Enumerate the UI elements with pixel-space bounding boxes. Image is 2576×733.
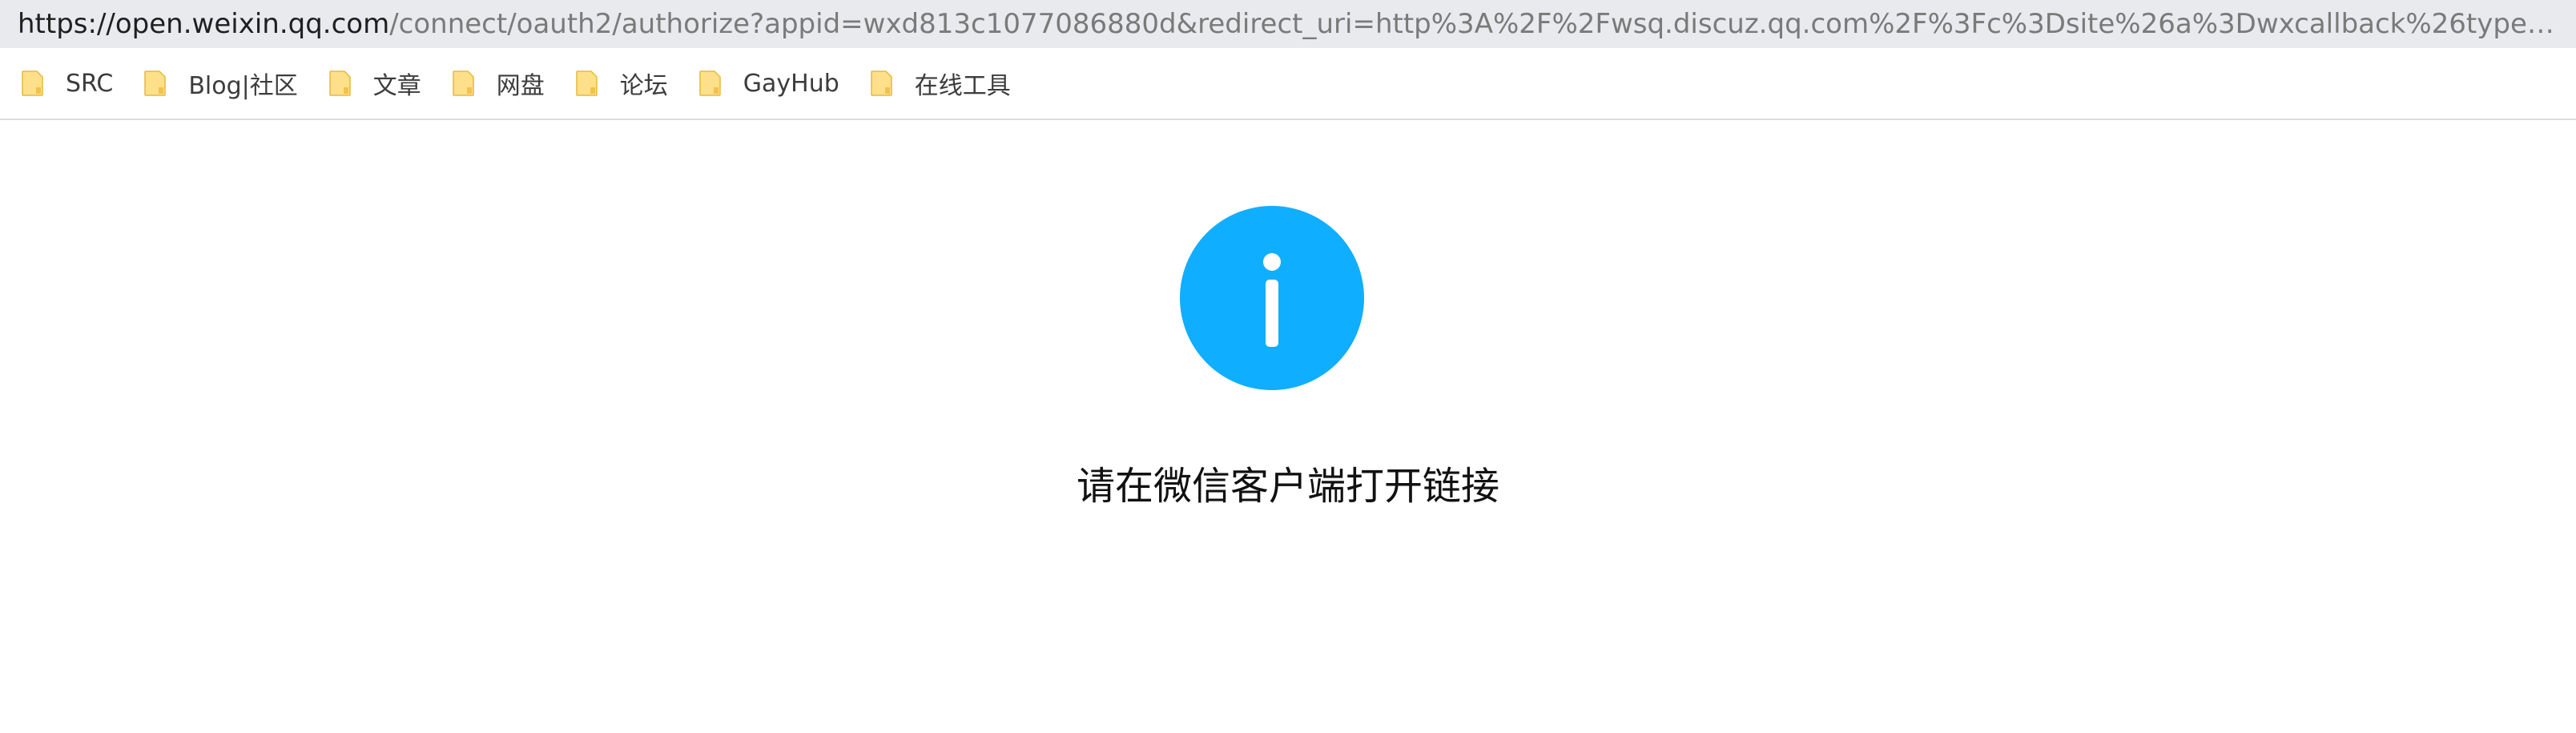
bookmark-label: 文章 [372, 72, 421, 100]
bookmark-label: 论坛 [619, 72, 668, 100]
bookmark-cloud-disk[interactable]: 网盘 [452, 59, 545, 107]
folder-icon [871, 70, 892, 96]
bookmark-online-tools[interactable]: 在线工具 [870, 59, 1011, 107]
url-text[interactable]: https://open.weixin.qq.com/connect/oauth… [18, 8, 2557, 40]
folder-icon [22, 70, 43, 96]
folder-icon [699, 70, 721, 96]
folder-icon [144, 70, 167, 96]
page-content: 请在微信客户端打开链接 [0, 122, 2576, 733]
url-host: https://open.weixin.qq.com [18, 8, 390, 40]
bookmark-gayhub[interactable]: GayHub [698, 59, 839, 107]
bookmark-articles[interactable]: 文章 [328, 59, 421, 107]
address-bar[interactable]: https://open.weixin.qq.com/connect/oauth… [0, 0, 2576, 48]
folder-icon [576, 70, 598, 96]
open-in-wechat-message: 请在微信客户端打开链接 [1076, 464, 1499, 509]
bookmark-forum[interactable]: 论坛 [575, 59, 668, 107]
bookmark-blog[interactable]: Blog|社区 [143, 59, 298, 107]
bookmark-label: 在线工具 [914, 72, 1011, 100]
bookmark-label: SRC [66, 69, 114, 98]
folder-icon [329, 70, 351, 96]
bookmark-label: Blog|社区 [188, 72, 298, 100]
bookmark-label: GayHub [743, 69, 839, 98]
bookmark-src[interactable]: SRC [21, 59, 113, 107]
info-icon [1180, 206, 1364, 390]
url-path: /connect/oauth2/authorize?appid=wxd813c1… [389, 8, 2557, 40]
bookmark-label: 网盘 [496, 72, 545, 100]
folder-icon [453, 70, 474, 96]
bookmarks-bar: SRC Blog|社区 文章 网盘 论坛 GayHub 在线工具 [0, 48, 2576, 120]
